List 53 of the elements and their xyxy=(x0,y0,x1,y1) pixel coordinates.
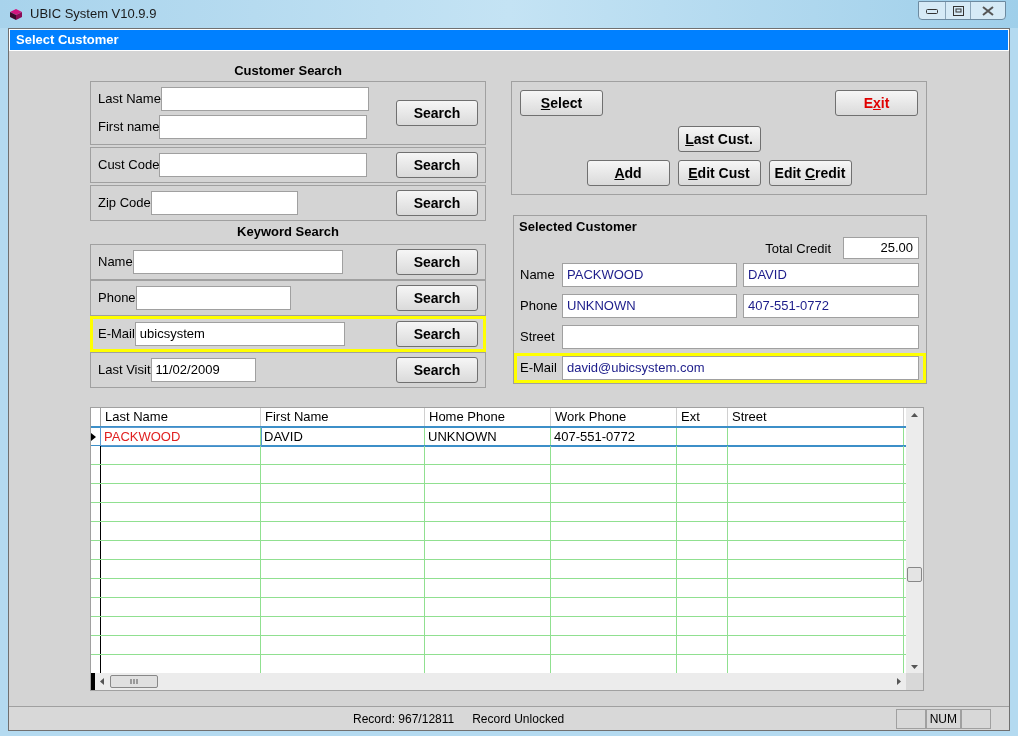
section-title: Customer Search xyxy=(234,63,342,80)
field-label: Street xyxy=(520,328,556,347)
field-label: Cust Code xyxy=(98,156,160,175)
selected-row[interactable]: PACKWOOD DAVID UNKNOWN 407-551-0772 xyxy=(91,427,906,446)
field-label: Total Credit xyxy=(765,239,831,258)
action-button[interactable]: Exit xyxy=(835,90,918,116)
input-field[interactable]: DAVID xyxy=(743,263,919,287)
field-label: Phone xyxy=(98,289,136,308)
column-header[interactable]: Ext xyxy=(677,408,728,426)
status-text: Record: 967/12811 xyxy=(353,710,455,728)
table-cell: 407-551-0772 xyxy=(551,428,677,445)
search-button[interactable]: Search xyxy=(396,152,478,178)
input-field[interactable]: 11/02/2009 xyxy=(150,358,256,382)
section-title: Selected Customer xyxy=(519,218,637,237)
search-button[interactable]: Search xyxy=(396,249,478,275)
field-label: Last Visit xyxy=(98,361,151,380)
table-cell: DAVID xyxy=(261,428,425,445)
table-cell: UNKNOWN xyxy=(425,428,551,445)
action-button[interactable]: Last Cust. xyxy=(677,126,761,152)
column-header[interactable]: Last Name xyxy=(101,408,261,426)
column-header[interactable]: Home Phone xyxy=(425,408,551,426)
input-field[interactable]: UNKNOWN xyxy=(562,294,737,318)
search-button[interactable]: Search xyxy=(396,190,478,216)
action-button[interactable]: Edit Cust xyxy=(677,160,761,186)
search-button[interactable]: Search xyxy=(396,357,478,383)
field-label: Zip Code xyxy=(98,194,151,213)
field-label: E-Mail xyxy=(520,359,558,378)
column-header[interactable]: Work Phone xyxy=(551,408,677,426)
action-button[interactable]: Add xyxy=(586,160,670,186)
section-title: Keyword Search xyxy=(237,224,339,241)
input-field[interactable]: PACKWOOD xyxy=(562,263,737,287)
field-label: First name xyxy=(98,118,160,137)
search-button[interactable]: Search xyxy=(396,321,478,347)
input-field[interactable]: 407-551-0772 xyxy=(743,294,919,318)
input-field[interactable]: david@ubicsystem.com xyxy=(562,356,919,380)
status-text: Record Unlocked xyxy=(472,710,565,728)
field-label: Phone xyxy=(520,297,559,316)
column-header[interactable]: Street xyxy=(728,408,904,426)
field-label: Name xyxy=(520,266,556,285)
action-button[interactable]: Select xyxy=(520,90,603,116)
search-button[interactable]: Search xyxy=(396,100,478,126)
column-header[interactable]: First Name xyxy=(261,408,425,426)
total-credit-field[interactable]: 25.00 xyxy=(843,237,919,260)
field-label: Last Name xyxy=(98,90,161,109)
field-label: Name xyxy=(98,253,133,272)
search-button[interactable]: Search xyxy=(396,285,478,311)
window-title: UBIC System V10.9.9 xyxy=(30,5,157,24)
form-title: Select Customer xyxy=(16,31,119,50)
status-indicator: NUM xyxy=(925,708,961,729)
field-label: E-Mail xyxy=(98,325,135,344)
input-field[interactable]: ubicsystem xyxy=(134,322,345,346)
table-cell: PACKWOOD xyxy=(101,428,261,445)
action-button[interactable]: Edit Credit xyxy=(768,160,852,186)
